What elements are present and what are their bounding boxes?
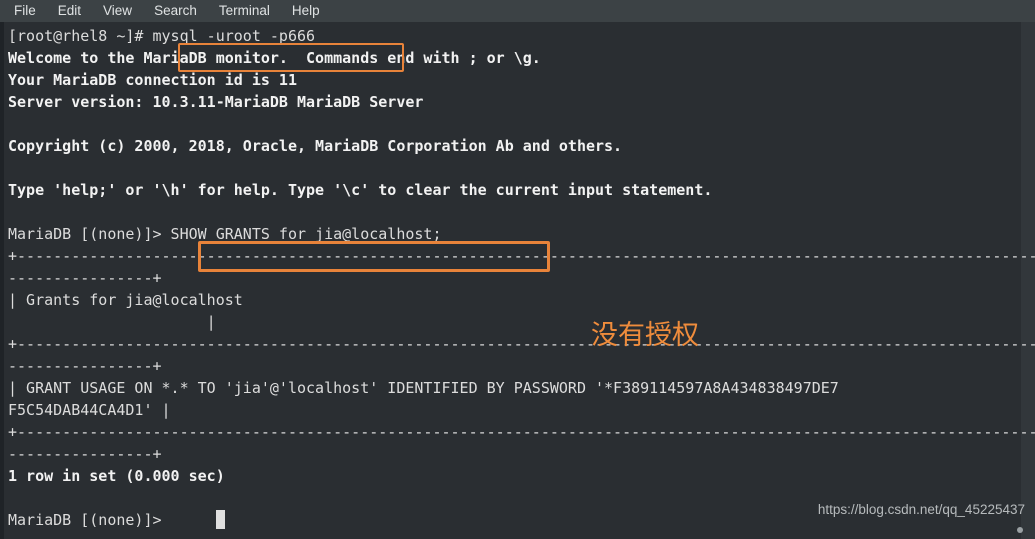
- terminal-line: [root@rhel8 ~]# mysql -uroot -p666: [8, 27, 316, 45]
- terminal-line: F5C54DAB44CA4D1' |: [8, 401, 171, 419]
- terminal-line: ----------------+: [8, 269, 162, 287]
- terminal-body[interactable]: [root@rhel8 ~]# mysql -uroot -p666 Welcom…: [0, 22, 1035, 539]
- menu-search[interactable]: Search: [154, 0, 197, 22]
- terminal-line: +---------------------------------------…: [8, 423, 1035, 441]
- menu-help[interactable]: Help: [292, 0, 320, 22]
- terminal-line: MariaDB [(none)]>: [8, 511, 171, 529]
- menu-view[interactable]: View: [103, 0, 132, 22]
- terminal-line: MariaDB [(none)]> SHOW GRANTS for jia@lo…: [8, 225, 442, 243]
- terminal-line: ----------------+: [8, 445, 162, 463]
- terminal-cursor: [216, 510, 225, 529]
- terminal-line: 1 row in set (0.000 sec): [8, 467, 225, 485]
- terminal-line: |: [8, 313, 216, 331]
- terminal-line: Server version: 10.3.11-MariaDB MariaDB …: [8, 93, 424, 111]
- terminal-line: | Grants for jia@localhost: [8, 291, 243, 309]
- terminal-screen: [root@rhel8 ~]# mysql -uroot -p666 Welcom…: [8, 22, 1035, 539]
- menu-terminal[interactable]: Terminal: [219, 0, 270, 22]
- terminal-line: Copyright (c) 2000, 2018, Oracle, MariaD…: [8, 137, 623, 155]
- terminal-line: Type 'help;' or '\h' for help. Type '\c'…: [8, 181, 713, 199]
- menu-bar: File Edit View Search Terminal Help: [0, 0, 1035, 22]
- terminal-line: +---------------------------------------…: [8, 247, 1035, 265]
- terminal-line: Your MariaDB connection id is 11: [8, 71, 297, 89]
- terminal-line: Welcome to the MariaDB monitor. Commands…: [8, 49, 541, 67]
- terminal-line: | GRANT USAGE ON *.* TO 'jia'@'localhost…: [8, 379, 839, 397]
- terminal-line: +---------------------------------------…: [8, 335, 1035, 353]
- menu-file[interactable]: File: [14, 0, 36, 22]
- watermark-dot: [1017, 527, 1023, 533]
- annotation-no-grants: 没有授权: [591, 320, 699, 351]
- watermark-url: https://blog.csdn.net/qq_45225437: [817, 502, 1025, 517]
- terminal-scrollbar[interactable]: [1021, 22, 1035, 539]
- terminal-window: File Edit View Search Terminal Help [roo…: [0, 0, 1035, 539]
- terminal-left-border: [0, 22, 4, 539]
- terminal-line: ----------------+: [8, 357, 162, 375]
- menu-edit[interactable]: Edit: [58, 0, 81, 22]
